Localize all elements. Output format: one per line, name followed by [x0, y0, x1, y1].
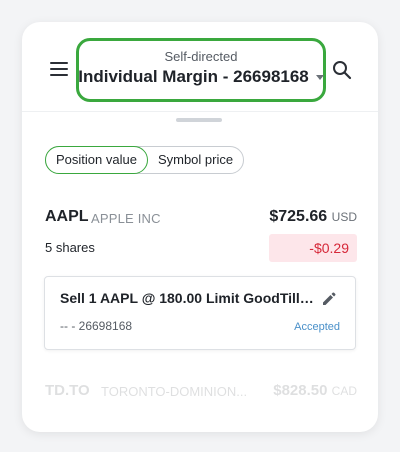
- position-row-faded[interactable]: TD.TO TORONTO-DOMINION... $828.50 CAD: [45, 382, 357, 404]
- order-card[interactable]: Sell 1 AAPL @ 180.00 Limit GoodTillCance…: [44, 276, 356, 350]
- toggle-symbol-price[interactable]: Symbol price: [148, 147, 243, 173]
- account-type-label: Self-directed: [164, 49, 238, 64]
- app-screen: Self-directed Individual Margin - 266981…: [22, 22, 378, 432]
- app-header: Self-directed Individual Margin - 266981…: [22, 22, 378, 112]
- order-account: -- - 26698168: [60, 319, 133, 333]
- account-name: Individual Margin - 26698168: [78, 67, 309, 86]
- search-icon[interactable]: [332, 60, 352, 80]
- position-ticker: AAPL: [45, 208, 89, 225]
- toggle-position-value[interactable]: Position value: [45, 146, 148, 174]
- position-ticker: TD.TO: [45, 382, 90, 399]
- value-toggle: Position value Symbol price: [45, 146, 245, 174]
- caret-down-icon: [315, 74, 324, 80]
- position-company: TORONTO-DOMINION...: [101, 384, 248, 399]
- position-currency: CAD: [331, 384, 357, 398]
- hamburger-menu-icon[interactable]: [50, 62, 68, 76]
- position-row[interactable]: AAPL APPLE INC $725.66 USD: [45, 206, 357, 228]
- pencil-icon[interactable]: [321, 291, 337, 307]
- position-price-value: $725.66: [269, 208, 328, 225]
- position-company: APPLE INC: [91, 211, 161, 226]
- position-currency: USD: [331, 210, 357, 224]
- order-title: Sell 1 AAPL @ 180.00 Limit GoodTillCance…: [60, 290, 320, 306]
- account-selector[interactable]: Self-directed Individual Margin - 266981…: [76, 38, 326, 102]
- position-price: $725.66 USD: [269, 208, 357, 226]
- position-price-value: $828.50: [273, 382, 328, 399]
- order-status: Accepted: [294, 321, 340, 333]
- drag-handle[interactable]: [176, 118, 222, 122]
- position-change-badge: -$0.29: [269, 234, 357, 262]
- account-name-row: Individual Margin - 26698168: [78, 67, 324, 87]
- position-price: $828.50 CAD: [273, 382, 357, 399]
- position-shares: 5 shares: [45, 240, 95, 255]
